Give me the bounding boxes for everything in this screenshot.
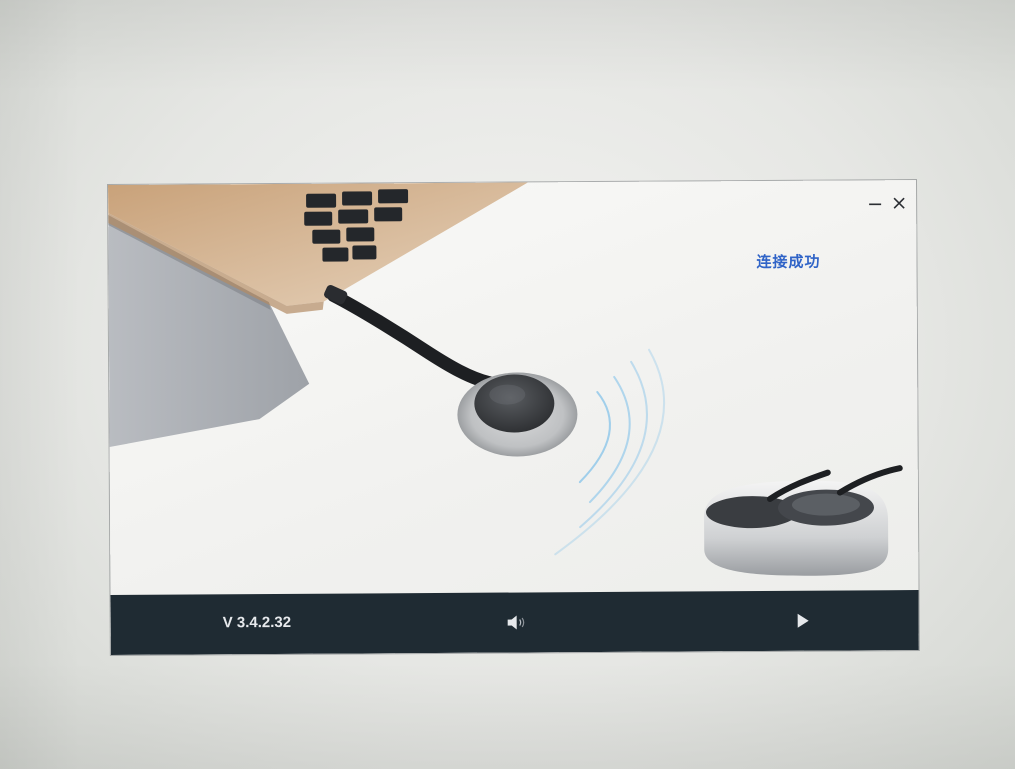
play-icon	[797, 613, 809, 628]
bottom-toolbar: V 3.4.2.32	[110, 590, 919, 655]
app-window: 连接成功 V 3.4.2.32	[108, 180, 919, 655]
speaker-icon	[507, 615, 525, 630]
base-station-image	[704, 465, 903, 576]
version-label: V 3.4.2.32	[222, 613, 292, 632]
minimize-button[interactable]	[866, 194, 884, 212]
close-icon	[893, 197, 905, 209]
speaker-button[interactable]	[503, 608, 531, 636]
window-controls	[866, 194, 908, 212]
play-button[interactable]	[789, 607, 817, 635]
close-button[interactable]	[890, 194, 908, 212]
minimize-icon	[869, 203, 882, 206]
dongle-image	[324, 284, 578, 457]
connection-status: 连接成功	[756, 252, 821, 272]
wireless-signal-icon	[554, 348, 665, 556]
hero-illustration	[108, 180, 919, 597]
